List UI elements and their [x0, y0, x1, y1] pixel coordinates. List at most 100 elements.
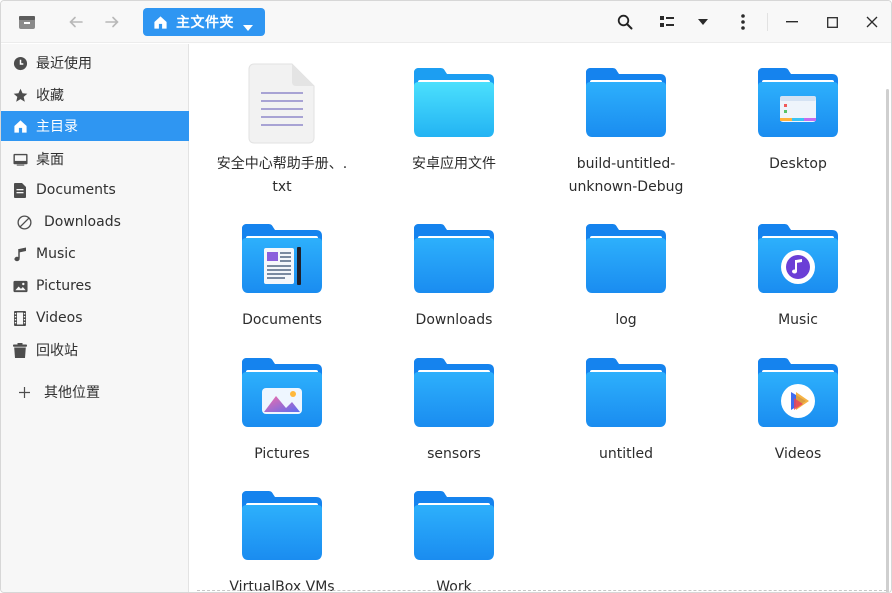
chevron-down-icon	[243, 19, 253, 35]
maximize-icon[interactable]	[819, 1, 845, 43]
sidebar-item-home[interactable]: 主目录	[1, 111, 189, 141]
file-grid: 安全中心帮助手册、. txt 安卓应用文件 build-untitled- un…	[190, 44, 890, 592]
folder-item-videos[interactable]: Videos	[723, 351, 873, 466]
breadcrumb-label: 主文件夹	[176, 15, 234, 31]
kebab-menu-icon[interactable]	[729, 1, 757, 43]
vertical-scrollbar[interactable]	[886, 89, 889, 592]
document-icon	[12, 182, 28, 198]
folder-icon	[412, 484, 496, 568]
file-manager-window: 主文件夹 最近使用 收藏 主目录 桌面 Documents Downloads …	[0, 0, 892, 593]
title-bar: 主文件夹	[1, 1, 891, 43]
documents-folder-icon	[240, 217, 324, 301]
file-name: sensors	[379, 443, 529, 466]
file-name-line1: 安全中心帮助手册、.	[216, 156, 348, 172]
file-name-line1: Desktop	[769, 156, 827, 172]
sidebar-item-videos[interactable]: Videos	[1, 303, 189, 333]
sidebar-item-label: 收藏	[36, 88, 64, 104]
file-name: 安卓应用文件	[379, 153, 529, 176]
folder-item-documents[interactable]: Documents	[207, 217, 357, 332]
file-name: Music	[723, 309, 873, 332]
file-name: untitled	[551, 443, 701, 466]
sidebar-item-music[interactable]: Music	[1, 239, 189, 269]
home-icon	[12, 119, 28, 134]
folder-item[interactable]: VirtualBox VMs	[207, 484, 357, 592]
sidebar-item-label: Downloads	[44, 214, 121, 230]
file-name: Desktop	[723, 153, 873, 176]
folder-item[interactable]: 安卓应用文件	[379, 61, 529, 176]
folder-item-pictures[interactable]: Pictures	[207, 351, 357, 466]
star-icon	[12, 88, 28, 103]
music-folder-icon	[756, 217, 840, 301]
folder-item[interactable]: Work	[379, 484, 529, 592]
file-name: log	[551, 309, 701, 332]
arrow-left-icon[interactable]	[63, 1, 89, 43]
view-dropdown-chevron-icon[interactable]	[691, 1, 715, 43]
desktop-folder-icon	[756, 61, 840, 145]
sidebar-item-favorites[interactable]: 收藏	[1, 80, 189, 110]
status-divider	[197, 590, 887, 591]
folder-item[interactable]: log	[551, 217, 701, 332]
clock-icon	[12, 56, 28, 71]
sidebar-item-label: 其他位置	[44, 385, 100, 401]
sidebar-item-recent[interactable]: 最近使用	[1, 48, 189, 78]
folder-icon	[584, 61, 668, 145]
sidebar-item-label: 主目录	[36, 119, 78, 135]
folder-item-music[interactable]: Music	[723, 217, 873, 332]
folder-item[interactable]: sensors	[379, 351, 529, 466]
sidebar-item-other-locations[interactable]: 其他位置	[1, 377, 189, 407]
close-icon[interactable]	[859, 1, 885, 43]
sidebar-item-trash[interactable]: 回收站	[1, 335, 189, 365]
folder-icon	[412, 217, 496, 301]
sidebar-item-desktop[interactable]: 桌面	[1, 144, 189, 174]
minimize-icon[interactable]	[779, 1, 805, 43]
file-name-line1: Downloads	[415, 312, 493, 328]
folder-item[interactable]: untitled	[551, 351, 701, 466]
sidebar-item-documents[interactable]: Documents	[1, 175, 189, 205]
trash-icon	[12, 342, 28, 358]
sidebar: 最近使用 收藏 主目录 桌面 Documents Downloads Music…	[1, 44, 189, 592]
file-name-line2: unknown-Debug	[568, 179, 684, 195]
file-name-line1: Documents	[242, 312, 322, 328]
toolbar-separator	[767, 13, 768, 31]
file-name-line1: untitled	[598, 446, 653, 462]
file-name-line1: Videos	[774, 446, 822, 462]
file-name: Documents	[207, 309, 357, 332]
file-name-line2: txt	[272, 179, 292, 195]
plus-icon	[16, 386, 32, 398]
folder-item-desktop[interactable]: Desktop	[723, 61, 873, 176]
folder-item[interactable]: Downloads	[379, 217, 529, 332]
file-name-line1: log	[615, 312, 637, 328]
folder-icon	[412, 351, 496, 435]
breadcrumb-home[interactable]: 主文件夹	[143, 8, 265, 36]
file-name: build-untitled-unknown-Debug	[551, 153, 701, 199]
file-name: 安全中心帮助手册、. txt	[207, 153, 357, 199]
folder-icon	[240, 484, 324, 568]
file-manager-icon[interactable]	[13, 1, 41, 43]
file-name-line1: sensors	[427, 446, 481, 462]
sidebar-item-label: 回收站	[36, 343, 78, 359]
file-name: Videos	[723, 443, 873, 466]
sidebar-item-label: Documents	[36, 182, 116, 198]
sidebar-item-pictures[interactable]: Pictures	[1, 271, 189, 301]
sidebar-item-downloads[interactable]: Downloads	[1, 207, 189, 237]
picture-icon	[12, 280, 28, 293]
folder-icon	[412, 61, 496, 145]
pictures-folder-icon	[240, 351, 324, 435]
folder-icon	[584, 351, 668, 435]
videos-folder-icon	[756, 351, 840, 435]
folder-icon	[584, 217, 668, 301]
sidebar-item-label: Pictures	[36, 278, 92, 294]
sidebar-item-label: 最近使用	[36, 56, 92, 72]
folder-item[interactable]: build-untitled-unknown-Debug	[551, 61, 701, 199]
file-name: Pictures	[207, 443, 357, 466]
arrow-right-icon[interactable]	[99, 1, 125, 43]
file-name-line1: Music	[778, 312, 818, 328]
icon-view-icon[interactable]	[653, 1, 681, 43]
file-name-line1: build-untitled-	[576, 156, 676, 172]
sidebar-item-label: Videos	[36, 310, 83, 326]
file-name-line1: Pictures	[254, 446, 310, 462]
desktop-icon	[12, 153, 28, 166]
sidebar-item-label: 桌面	[36, 152, 64, 168]
file-item-text[interactable]: 安全中心帮助手册、. txt	[207, 61, 357, 199]
search-icon[interactable]	[611, 1, 639, 43]
